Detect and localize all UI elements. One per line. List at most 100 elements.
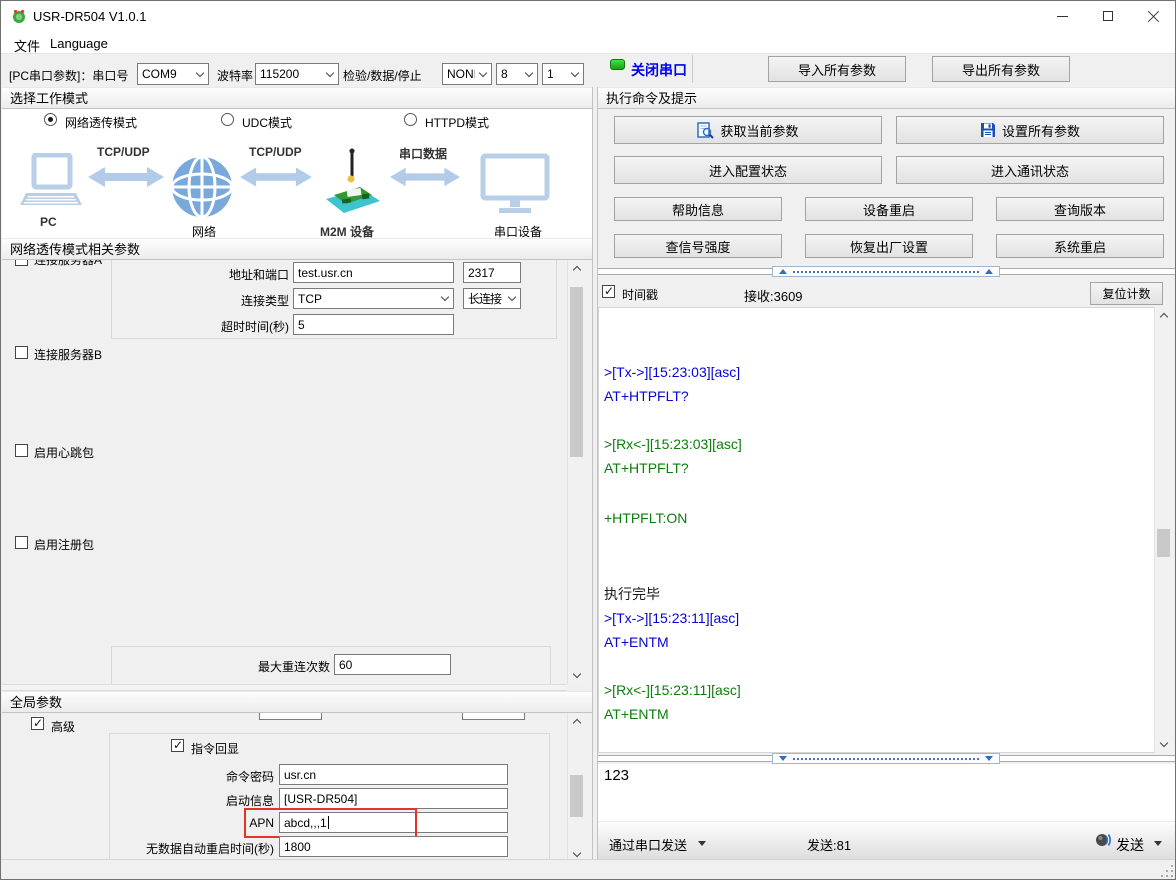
splitter-collapse-handle[interactable] xyxy=(772,266,1000,277)
heartbeat-label: 启用心跳包 xyxy=(34,444,94,461)
server-a-checkbox[interactable] xyxy=(15,260,28,266)
advanced-label: 高级 xyxy=(51,718,75,735)
radio-httpd-mode[interactable] xyxy=(404,113,417,126)
timestamp-label: 时间戳 xyxy=(622,286,658,303)
reconnect-label: 最大重连次数 xyxy=(182,658,330,675)
global-params-scrollbar[interactable] xyxy=(567,713,584,863)
arrow-icon xyxy=(88,165,164,189)
com-port-select[interactable]: COM9 xyxy=(137,63,209,85)
conn-mode-select[interactable]: 长连接 xyxy=(463,288,521,309)
stopbits-select[interactable]: 1 xyxy=(542,63,584,85)
get-params-label: 获取当前参数 xyxy=(720,121,798,140)
password-label: 命令密码 xyxy=(122,768,274,785)
server-b-checkbox[interactable] xyxy=(15,346,28,359)
echo-checkbox[interactable] xyxy=(171,739,184,752)
conn-type-select[interactable]: TCP xyxy=(293,288,454,309)
password-input[interactable]: usr.cn xyxy=(279,764,508,785)
link3-label: 串口数据 xyxy=(399,145,447,162)
dropdown-caret-icon[interactable] xyxy=(698,841,706,846)
maximize-button[interactable] xyxy=(1085,1,1131,31)
reboot-time-input[interactable]: 1800 xyxy=(279,836,508,857)
scrollbar-up-button[interactable] xyxy=(568,260,585,277)
conn-type-label: 连接类型 xyxy=(152,292,289,309)
speaker-icon xyxy=(1094,831,1112,849)
scrollbar-thumb[interactable] xyxy=(1157,529,1170,557)
system-restart-button[interactable]: 系统重启 xyxy=(996,234,1164,258)
global-params-header: 全局参数 xyxy=(2,691,592,713)
device-restart-button[interactable]: 设备重启 xyxy=(805,197,973,221)
sent-count: 发送:81 xyxy=(807,835,851,854)
enter-config-button[interactable]: 进入配置状态 xyxy=(614,156,882,184)
reconnect-groupbox xyxy=(111,646,551,684)
clipped-field xyxy=(462,713,525,720)
query-version-button[interactable]: 查询版本 xyxy=(996,197,1164,221)
chevron-down-icon xyxy=(504,297,520,300)
net-params-hscrollbar[interactable] xyxy=(2,684,567,691)
menu-bar: 文件 Language xyxy=(1,31,1176,53)
apn-highlight-box xyxy=(244,808,417,838)
conn-type-value: TCP xyxy=(294,292,437,306)
radio-transparent-mode[interactable] xyxy=(44,113,57,126)
parity-select[interactable]: NONI xyxy=(442,63,492,85)
chevron-down-icon xyxy=(192,73,208,76)
send-button[interactable]: 发送 xyxy=(1116,835,1144,855)
net-params-scrollbar[interactable] xyxy=(567,260,584,684)
chevron-down-icon xyxy=(572,849,580,857)
scrollbar-down-button[interactable] xyxy=(568,667,585,684)
factory-reset-button[interactable]: 恢复出厂设置 xyxy=(805,234,973,258)
import-params-button[interactable]: 导入所有参数 xyxy=(768,56,906,82)
get-params-button[interactable]: 获取当前参数 xyxy=(614,116,882,144)
scrollbar-down-button[interactable] xyxy=(1155,736,1172,753)
radio-udc-mode[interactable] xyxy=(221,113,234,126)
enter-comm-button[interactable]: 进入通讯状态 xyxy=(896,156,1164,184)
timeout-input[interactable]: 5 xyxy=(293,314,454,335)
boot-info-input[interactable]: [USR-DR504] xyxy=(279,788,508,809)
scrollbar-up-button[interactable] xyxy=(568,713,585,730)
echo-label: 指令回显 xyxy=(191,740,239,757)
reset-count-button[interactable]: 复位计数 xyxy=(1090,282,1163,305)
send-input[interactable]: 123 xyxy=(598,764,1176,821)
dropdown-caret-icon[interactable] xyxy=(1154,841,1162,846)
log-output[interactable]: >[Tx->][15:23:03][asc] AT+HTPFLT? >[Rx<-… xyxy=(598,307,1154,753)
log-line: >[Rx<-][15:23:03][asc] xyxy=(604,432,1154,456)
timestamp-checkbox[interactable] xyxy=(602,285,615,298)
databits-select[interactable]: 8 xyxy=(496,63,538,85)
log-line: +HTPFLT:ON xyxy=(604,506,1154,530)
resize-grip[interactable] xyxy=(1161,865,1173,877)
m2m-device-icon xyxy=(320,147,384,219)
splitter-collapse-handle[interactable] xyxy=(772,753,1000,764)
set-params-button[interactable]: 设置所有参数 xyxy=(896,116,1164,144)
help-info-button[interactable]: 帮助信息 xyxy=(614,197,782,221)
title-bar: USR-DR504 V1.0.1 xyxy=(1,1,1176,31)
scrollbar-thumb[interactable] xyxy=(570,287,583,457)
reconnect-input[interactable]: 60 xyxy=(334,654,451,675)
close-button[interactable] xyxy=(1131,1,1176,31)
close-serial-button[interactable]: 关闭串口 xyxy=(631,60,687,80)
scrollbar-thumb[interactable] xyxy=(570,775,583,817)
signal-strength-button[interactable]: 查信号强度 xyxy=(614,234,782,258)
advanced-checkbox[interactable] xyxy=(31,717,44,730)
link2-label: TCP/UDP xyxy=(249,145,302,159)
radio-httpd-mode-label: HTTPD模式 xyxy=(425,114,489,131)
register-checkbox[interactable] xyxy=(15,536,28,549)
log-line: AT+ENTM xyxy=(604,702,1154,726)
work-mode-header: 选择工作模式 xyxy=(2,87,592,109)
log-line: AT+HTPFLT? xyxy=(604,384,1154,408)
address-input[interactable]: test.usr.cn xyxy=(293,262,454,283)
minimize-button[interactable] xyxy=(1039,1,1085,31)
menu-language[interactable]: Language xyxy=(45,34,113,53)
parity-label: 检验/数据/停止 xyxy=(343,67,422,84)
send-via-serial-menu[interactable]: 通过串口发送 xyxy=(609,835,687,854)
close-icon xyxy=(1148,10,1160,22)
clipped-field xyxy=(259,713,322,720)
scrollbar-up-button[interactable] xyxy=(1155,307,1172,324)
port-input[interactable]: 2317 xyxy=(463,262,521,283)
heartbeat-checkbox[interactable] xyxy=(15,444,28,457)
search-document-icon xyxy=(697,122,714,139)
baud-rate-select[interactable]: 115200 xyxy=(255,63,339,85)
chevron-down-icon xyxy=(1159,739,1167,747)
export-params-button[interactable]: 导出所有参数 xyxy=(932,56,1070,82)
log-scrollbar[interactable] xyxy=(1154,307,1171,753)
toolbar-separator xyxy=(692,55,693,83)
chevron-down-icon xyxy=(437,297,453,300)
